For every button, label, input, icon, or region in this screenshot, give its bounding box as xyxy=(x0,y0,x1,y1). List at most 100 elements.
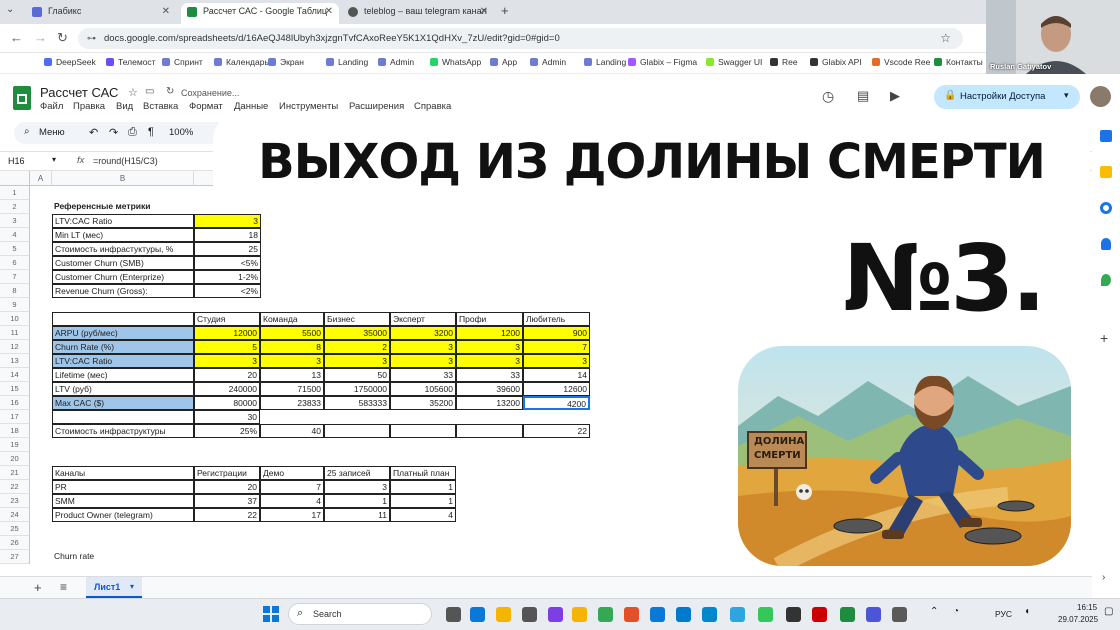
sheets-logo-icon[interactable] xyxy=(13,86,31,110)
meet-icon[interactable]: ▶ xyxy=(890,88,900,104)
browser-tab-2[interactable]: Рассчет САС - Google Таблиц ✕ xyxy=(181,3,339,24)
zoom-select[interactable]: 100% xyxy=(169,127,193,138)
telegram-desktop-icon[interactable] xyxy=(730,607,745,622)
plan-value[interactable]: 2 xyxy=(324,340,390,354)
plan-value[interactable]: 20 xyxy=(194,368,260,382)
url-field[interactable]: ⊶ docs.google.com/spreadsheets/d/16AeQJ4… xyxy=(78,28,963,49)
channel-value[interactable]: 1 xyxy=(324,494,390,508)
share-dropdown-icon[interactable]: ▾ xyxy=(1064,90,1069,101)
column-header-b[interactable]: B xyxy=(52,171,194,186)
row-header[interactable]: 20 xyxy=(0,452,30,466)
tasks-icon[interactable] xyxy=(1100,202,1112,214)
task-view-icon[interactable] xyxy=(446,607,461,622)
browser-tab-3[interactable]: teleblog – ваш telegram канал ✕ xyxy=(342,3,494,24)
row-header[interactable]: 5 xyxy=(0,242,30,256)
row-header[interactable]: 3 xyxy=(0,214,30,228)
plan-value[interactable]: 3 xyxy=(456,340,523,354)
plan-value[interactable]: 3 xyxy=(260,354,324,368)
channel-value[interactable]: 17 xyxy=(260,508,324,522)
paint-format-icon[interactable]: ¶ xyxy=(148,126,154,138)
row-header[interactable]: 18 xyxy=(0,424,30,438)
row-header[interactable]: 21 xyxy=(0,466,30,480)
get-addons-icon[interactable]: + xyxy=(1100,330,1108,346)
plan-value[interactable]: 5500 xyxy=(260,326,324,340)
name-box-dropdown-icon[interactable]: ▾ xyxy=(52,155,56,164)
reload-icon[interactable]: ↻ xyxy=(57,30,68,46)
metric-value[interactable]: <2% xyxy=(194,284,261,298)
infra-value[interactable]: 22 xyxy=(523,424,590,438)
row-header[interactable]: 10 xyxy=(0,312,30,326)
plan-value[interactable]: 3 xyxy=(523,354,590,368)
app-icon[interactable] xyxy=(758,607,773,622)
bookmark-item[interactable]: Спринт xyxy=(162,57,203,67)
bookmark-item[interactable]: Landing xyxy=(326,57,368,67)
sheet-tab[interactable]: Лист1 ▾ xyxy=(86,577,142,598)
row-header[interactable]: 11 xyxy=(0,326,30,340)
document-title[interactable]: Рассчет САС xyxy=(40,85,118,100)
plan-value[interactable]: 7 xyxy=(523,340,590,354)
telegram-icon[interactable] xyxy=(702,607,717,622)
channel-value[interactable]: 3 xyxy=(324,480,390,494)
github-icon[interactable] xyxy=(786,607,801,622)
volume-icon[interactable]: ◖ xyxy=(1024,606,1030,617)
bookmark-item[interactable]: DeepSeek xyxy=(44,57,96,67)
row-header[interactable]: 14 xyxy=(0,368,30,382)
history-icon[interactable]: ◷ xyxy=(822,88,834,105)
plan-value[interactable]: 8 xyxy=(260,340,324,354)
row-header[interactable]: 27 xyxy=(0,550,30,564)
plan-value[interactable]: 3 xyxy=(194,354,260,368)
plan-value[interactable]: 12600 xyxy=(523,382,590,396)
bookmark-item[interactable]: Glabix API xyxy=(810,57,862,67)
column-header-a[interactable]: A xyxy=(30,171,52,186)
keep-icon[interactable] xyxy=(1100,166,1112,178)
bookmark-star-icon[interactable]: ☆ xyxy=(940,28,951,49)
taskbar-search[interactable]: ⌕ Search xyxy=(288,603,432,625)
tab-search-icon[interactable]: ⌄ xyxy=(6,4,14,15)
row-header[interactable]: 17 xyxy=(0,410,30,424)
row-header[interactable]: 15 xyxy=(0,382,30,396)
channel-value[interactable]: 20 xyxy=(194,480,260,494)
row-header[interactable]: 6 xyxy=(0,256,30,270)
site-info-icon[interactable]: ⊶ xyxy=(87,28,96,49)
plan-value[interactable]: 4200 xyxy=(523,396,590,410)
wifi-icon[interactable]: ◔ xyxy=(953,606,959,617)
app-icon[interactable] xyxy=(892,607,907,622)
redo-icon[interactable]: ↷ xyxy=(109,126,118,139)
language-indicator[interactable]: РУС xyxy=(995,609,1012,619)
notification-icon[interactable]: ▢ xyxy=(1104,606,1113,617)
row-header[interactable]: 22 xyxy=(0,480,30,494)
row-header[interactable]: 7 xyxy=(0,270,30,284)
row-header[interactable]: 25 xyxy=(0,522,30,536)
onenote-icon[interactable] xyxy=(548,607,563,622)
infra-value[interactable] xyxy=(390,424,456,438)
menu-item[interactable]: Вид xyxy=(116,101,133,112)
edge-icon[interactable] xyxy=(470,607,485,622)
metric-value[interactable]: 3 xyxy=(194,214,261,228)
bookmark-item[interactable]: Admin xyxy=(378,57,414,67)
plan-value[interactable]: 13200 xyxy=(456,396,523,410)
search-menus-icon[interactable]: ⌕ xyxy=(24,126,30,137)
metric-value[interactable]: 25 xyxy=(194,242,261,256)
move-folder-icon[interactable]: ▭ xyxy=(145,86,154,97)
contacts-icon[interactable] xyxy=(1101,238,1111,250)
comments-icon[interactable]: ▤ xyxy=(857,88,869,104)
plan-value[interactable]: 5 xyxy=(194,340,260,354)
row-header[interactable]: 2 xyxy=(0,200,30,214)
close-tab-icon[interactable]: ✕ xyxy=(480,3,488,20)
bookmark-item[interactable]: Контакты xyxy=(934,57,983,67)
row-header[interactable]: 13 xyxy=(0,354,30,368)
row-header[interactable]: 1 xyxy=(0,186,30,200)
all-sheets-icon[interactable]: ≡ xyxy=(60,580,67,594)
plan-value[interactable]: 105600 xyxy=(390,382,456,396)
channel-value[interactable]: 4 xyxy=(390,508,456,522)
plan-value[interactable]: 3 xyxy=(324,354,390,368)
plan-value[interactable]: 3200 xyxy=(390,326,456,340)
plan-value[interactable]: 80000 xyxy=(194,396,260,410)
row-header[interactable]: 4 xyxy=(0,228,30,242)
menu-item[interactable]: Файл xyxy=(40,101,63,112)
menu-item[interactable]: Формат xyxy=(189,101,223,112)
plan-value[interactable]: 900 xyxy=(523,326,590,340)
row-header[interactable]: 23 xyxy=(0,494,30,508)
menu-item[interactable]: Расширения xyxy=(349,101,404,112)
menu-item[interactable]: Правка xyxy=(73,101,105,112)
